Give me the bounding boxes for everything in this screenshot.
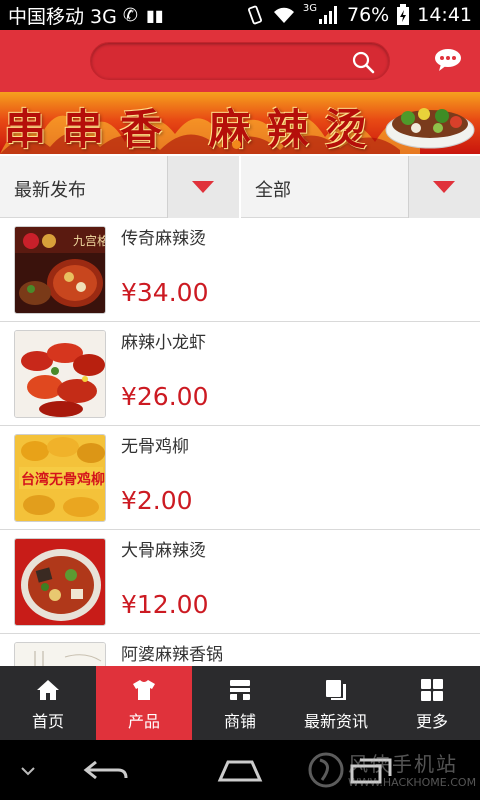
tab-news[interactable]: 最新资讯 bbox=[288, 666, 384, 740]
clock: 14:41 bbox=[417, 4, 472, 26]
product-price: ¥34.00 bbox=[121, 278, 209, 307]
product-thumbnail bbox=[14, 330, 106, 418]
product-thumbnail bbox=[14, 642, 106, 666]
shirt-icon bbox=[133, 680, 155, 700]
category-dropdown[interactable]: 全部 bbox=[241, 156, 480, 218]
tab-more[interactable]: 更多 bbox=[384, 666, 480, 740]
watermark-logo bbox=[308, 752, 344, 788]
watermark-en: WWW.HACKHOME.COM bbox=[348, 776, 477, 789]
watermark: 风侠手机站 WWW.HACKHOME.COM bbox=[308, 746, 476, 796]
system-nav-bar: 风侠手机站 WWW.HACKHOME.COM bbox=[0, 740, 480, 800]
news-icon bbox=[326, 680, 346, 700]
product-name: 大骨麻辣烫 bbox=[121, 541, 206, 561]
caret-down-icon bbox=[192, 181, 214, 193]
banner-page-dot-1[interactable] bbox=[232, 140, 241, 149]
product-item[interactable]: 台湾无骨鸡柳 无骨鸡柳 ¥2.00 bbox=[0, 426, 480, 530]
tab-home[interactable]: 首页 bbox=[0, 666, 96, 740]
battery-icon bbox=[397, 4, 410, 25]
sort-dropdown[interactable]: 最新发布 bbox=[0, 156, 239, 218]
product-name: 麻辣小龙虾 bbox=[121, 333, 206, 353]
tab-products[interactable]: 产品 bbox=[96, 666, 192, 740]
network-type-badge: 3G bbox=[302, 2, 317, 14]
tab-label: 商铺 bbox=[223, 712, 256, 731]
food-bowl-image bbox=[385, 108, 475, 149]
back-icon[interactable] bbox=[82, 758, 130, 784]
home-icon bbox=[37, 680, 59, 700]
search-icon[interactable] bbox=[351, 50, 375, 74]
tab-label: 最新资讯 bbox=[303, 712, 368, 731]
product-name: 传奇麻辣烫 bbox=[121, 229, 206, 249]
bottom-tab-bar: 首页 产品 商铺 最新资讯 更多 bbox=[0, 666, 480, 740]
watermark-cn: 风侠手机站 bbox=[348, 752, 458, 776]
svg-text:台湾无骨鸡柳: 台湾无骨鸡柳 bbox=[21, 471, 105, 488]
battery-percent: 76% bbox=[347, 4, 390, 26]
tab-label: 产品 bbox=[127, 712, 160, 731]
carrier-label: 中国移动 3G bbox=[8, 5, 117, 28]
product-thumbnail bbox=[14, 538, 106, 626]
status-right: 3G 76% 14:41 bbox=[245, 0, 472, 30]
sort-dropdown-toggle[interactable] bbox=[167, 156, 239, 218]
product-thumbnail: 九宫格 bbox=[14, 226, 106, 314]
tab-stores[interactable]: 商铺 bbox=[192, 666, 288, 740]
tab-label: 更多 bbox=[415, 712, 448, 731]
product-thumbnail: 台湾无骨鸡柳 bbox=[14, 434, 106, 522]
status-bar: 中国移动 3G ✆ ▮▮ 3G 76% 14:41 bbox=[0, 0, 480, 30]
app-screen: 中国移动 3G ✆ ▮▮ 3G 76% 14:41 串串香 麻辣烫 最新发布 全… bbox=[0, 0, 480, 800]
filter-bar: 最新发布 全部 bbox=[0, 156, 480, 218]
product-item[interactable]: 阿婆麻辣香锅 bbox=[0, 634, 480, 666]
product-item[interactable]: 麻辣小龙虾 ¥26.00 bbox=[0, 322, 480, 426]
grid-icon bbox=[421, 679, 443, 701]
search-bar[interactable] bbox=[90, 42, 390, 80]
product-item[interactable]: 大骨麻辣烫 ¥12.00 bbox=[0, 530, 480, 634]
product-price: ¥26.00 bbox=[121, 382, 209, 411]
category-label: 全部 bbox=[255, 180, 291, 201]
tab-label: 首页 bbox=[31, 712, 64, 731]
chat-bubble-icon[interactable] bbox=[434, 48, 462, 72]
call-icon: ✆ bbox=[122, 4, 138, 26]
store-icon bbox=[230, 680, 250, 700]
product-price: ¥2.00 bbox=[121, 486, 193, 515]
product-name: 无骨鸡柳 bbox=[121, 437, 189, 457]
category-dropdown-toggle[interactable] bbox=[408, 156, 480, 218]
signal-icon bbox=[319, 6, 337, 24]
product-list[interactable]: 九宫格 传奇麻辣烫 ¥34.00 麻辣小龙虾 ¥26.00 台湾无骨鸡柳 无骨鸡… bbox=[0, 218, 480, 666]
caret-down-icon bbox=[433, 181, 455, 193]
sim-icon: ▮▮ bbox=[145, 5, 164, 25]
hide-keyboard-icon[interactable] bbox=[20, 766, 36, 776]
app-header bbox=[0, 30, 480, 92]
search-input[interactable] bbox=[105, 43, 345, 79]
product-name: 阿婆麻辣香锅 bbox=[121, 645, 223, 665]
banner-title: 串串香 麻辣烫 bbox=[4, 105, 383, 154]
sort-label: 最新发布 bbox=[14, 180, 86, 201]
product-price: ¥12.00 bbox=[121, 590, 209, 619]
home-button-icon[interactable] bbox=[214, 758, 266, 782]
svg-text:九宫格: 九宫格 bbox=[73, 233, 106, 248]
vibrate-icon bbox=[247, 5, 262, 25]
wifi-icon bbox=[273, 7, 294, 23]
product-item[interactable]: 九宫格 传奇麻辣烫 ¥34.00 bbox=[0, 218, 480, 322]
